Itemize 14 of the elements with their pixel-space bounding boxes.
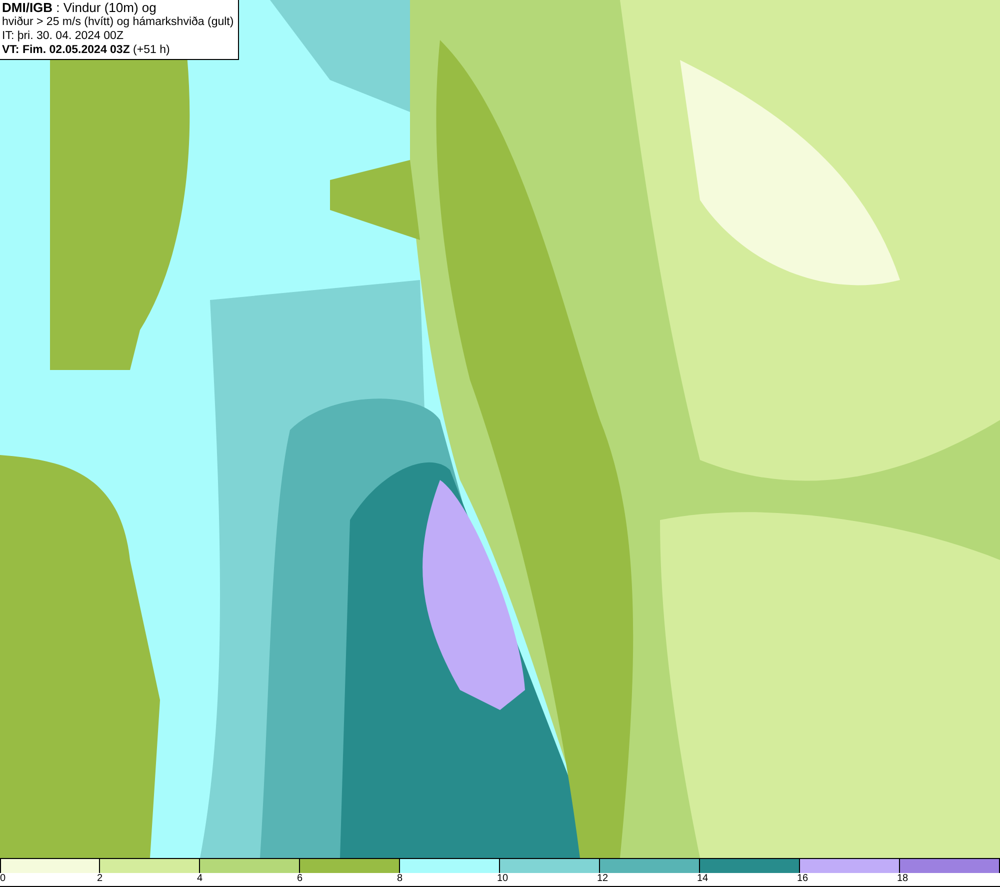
legend-label: 2 xyxy=(97,873,103,885)
legend-label: 18 xyxy=(897,873,908,885)
legend-label: 8 xyxy=(397,873,403,885)
caption-line: hviður > 25 m/s (hvítt) og hámarkshviða (gult) xyxy=(2,15,234,29)
caption-line: DMI/IGB : Vindur (10m) og xyxy=(2,1,158,15)
legend-label: 16 xyxy=(797,873,808,885)
legend-label: 12 xyxy=(597,873,608,885)
caption-line: IT: þri. 30. 04. 2024 00Z xyxy=(2,29,124,43)
legend-label: 14 xyxy=(697,873,708,885)
legend-label: 4 xyxy=(197,873,203,885)
caption-line: VT: Fim. 02.05.2024 03Z (+51 h) xyxy=(2,43,171,57)
legend-label: 0 xyxy=(0,873,6,885)
legend-label: 6 xyxy=(297,873,303,885)
legend-label: 10 xyxy=(497,873,508,885)
